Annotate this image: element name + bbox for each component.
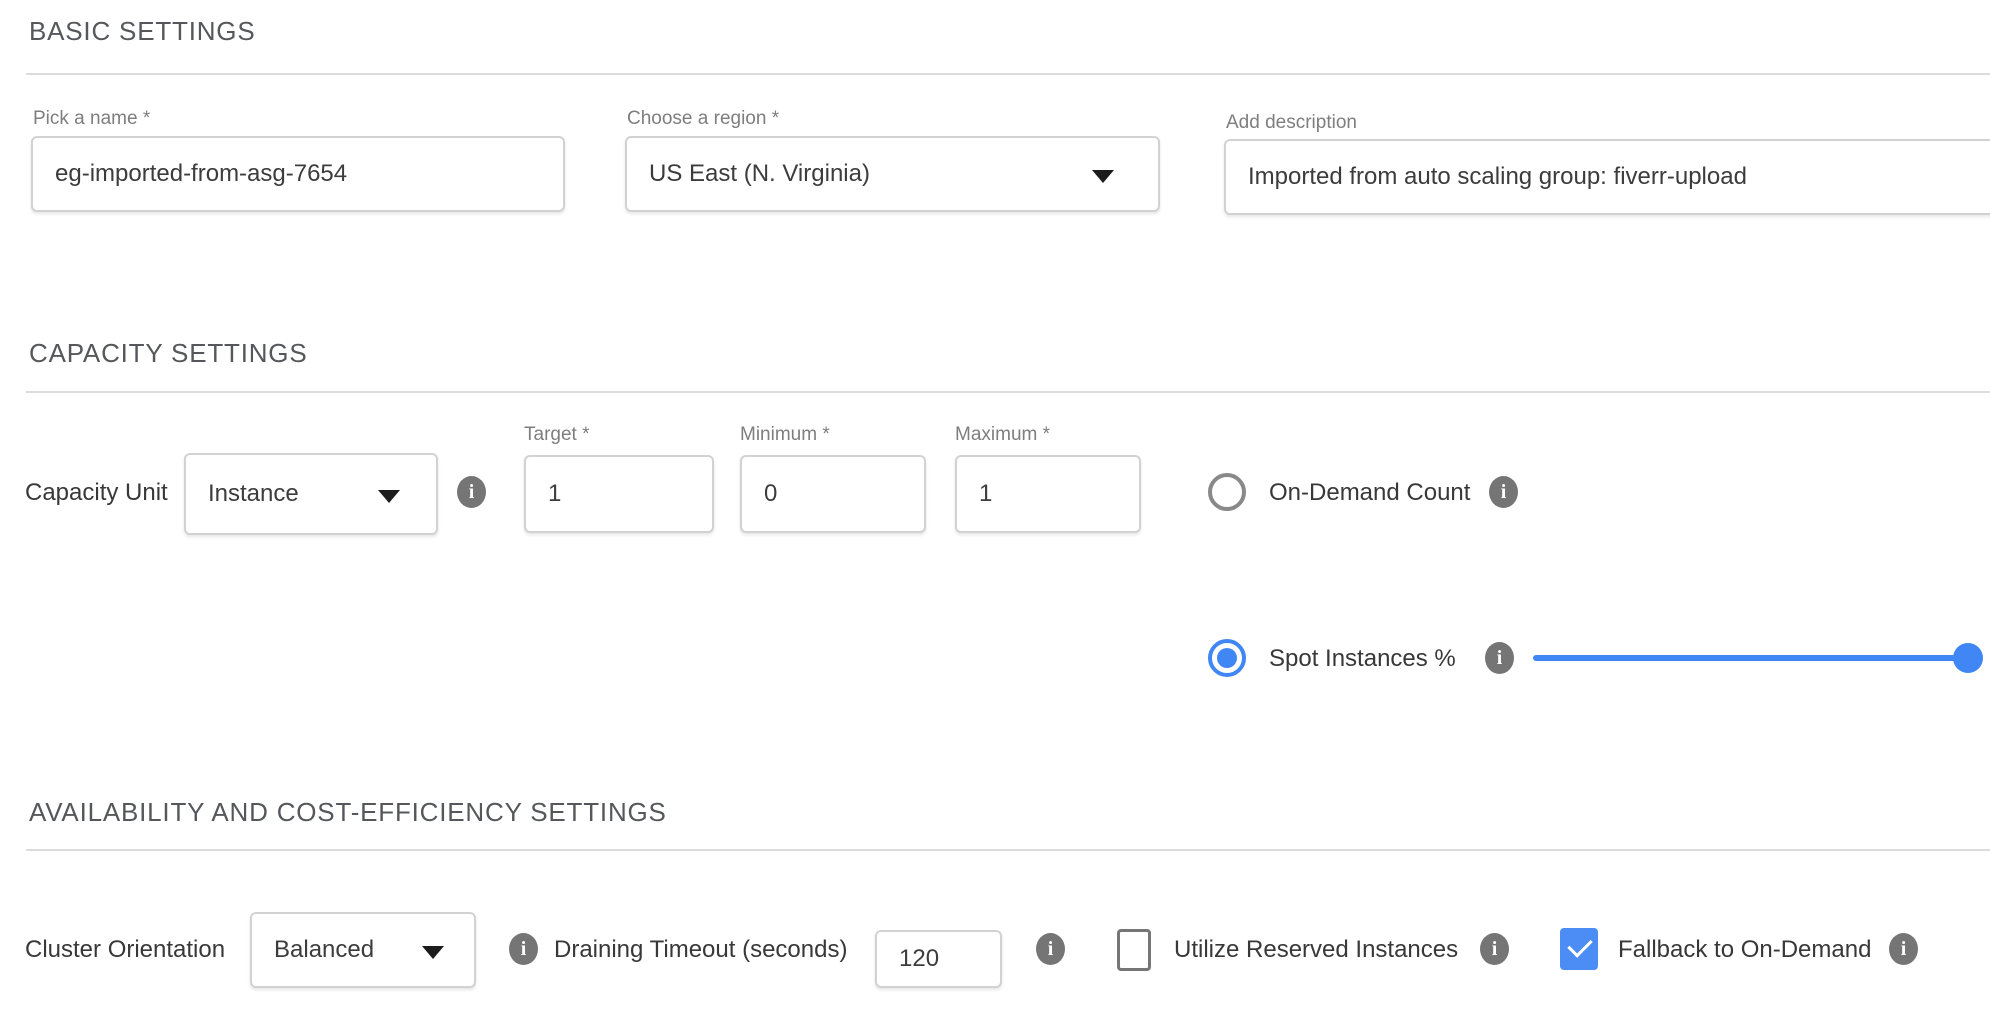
utilize-reserved-checkbox[interactable] bbox=[1117, 929, 1151, 971]
fallback-on-demand-info-icon[interactable] bbox=[1889, 933, 1918, 965]
basic-settings-divider bbox=[26, 73, 1990, 75]
region-field-label: Choose a region * bbox=[627, 108, 779, 130]
basic-settings-title: BASIC SETTINGS bbox=[29, 16, 255, 47]
name-input[interactable] bbox=[31, 136, 565, 212]
capacity-settings-title: CAPACITY SETTINGS bbox=[29, 338, 307, 369]
on-demand-count-radio[interactable] bbox=[1208, 473, 1246, 511]
region-select-value: US East (N. Virginia) bbox=[649, 160, 870, 188]
chevron-down-icon bbox=[378, 490, 400, 503]
draining-timeout-input[interactable] bbox=[875, 930, 1002, 988]
spot-instances-info-icon[interactable] bbox=[1485, 642, 1514, 674]
maximum-input[interactable] bbox=[955, 455, 1141, 533]
capacity-unit-label: Capacity Unit bbox=[25, 479, 168, 507]
elastigroup-settings-form: BASIC SETTINGS Pick a name * Choose a re… bbox=[0, 0, 1990, 1016]
cluster-orientation-info-icon[interactable] bbox=[509, 933, 538, 965]
chevron-down-icon bbox=[1092, 170, 1114, 183]
fallback-on-demand-label: Fallback to On-Demand bbox=[1618, 936, 1871, 964]
on-demand-count-label: On-Demand Count bbox=[1269, 479, 1470, 507]
chevron-down-icon bbox=[422, 946, 444, 959]
draining-timeout-label: Draining Timeout (seconds) bbox=[554, 936, 847, 964]
capacity-unit-select-value: Instance bbox=[208, 480, 299, 508]
description-input[interactable] bbox=[1224, 139, 1990, 215]
minimum-field-label: Minimum * bbox=[740, 424, 830, 446]
cluster-orientation-select[interactable]: Balanced bbox=[250, 912, 476, 988]
maximum-field-label: Maximum * bbox=[955, 424, 1050, 446]
target-field-label: Target * bbox=[524, 424, 589, 446]
fallback-on-demand-checkbox[interactable] bbox=[1560, 928, 1598, 970]
spot-percentage-slider-track[interactable] bbox=[1533, 655, 1968, 661]
minimum-input[interactable] bbox=[740, 455, 926, 533]
spot-instances-label: Spot Instances % bbox=[1269, 645, 1456, 673]
availability-settings-title: AVAILABILITY AND COST-EFFICIENCY SETTING… bbox=[29, 797, 667, 828]
capacity-settings-divider bbox=[26, 391, 1990, 393]
spot-instances-radio[interactable] bbox=[1208, 639, 1246, 677]
capacity-unit-select[interactable]: Instance bbox=[184, 453, 438, 535]
utilize-reserved-label: Utilize Reserved Instances bbox=[1174, 936, 1458, 964]
cluster-orientation-select-value: Balanced bbox=[274, 936, 374, 964]
draining-timeout-info-icon[interactable] bbox=[1036, 933, 1065, 965]
availability-settings-divider bbox=[26, 849, 1990, 851]
on-demand-count-info-icon[interactable] bbox=[1489, 476, 1518, 508]
region-select[interactable]: US East (N. Virginia) bbox=[625, 136, 1160, 212]
capacity-unit-info-icon[interactable] bbox=[457, 476, 486, 508]
cluster-orientation-label: Cluster Orientation bbox=[25, 936, 225, 964]
spot-percentage-slider-handle[interactable] bbox=[1953, 643, 1983, 673]
utilize-reserved-info-icon[interactable] bbox=[1480, 933, 1509, 965]
name-field-label: Pick a name * bbox=[33, 108, 150, 130]
target-input[interactable] bbox=[524, 455, 714, 533]
description-field-label: Add description bbox=[1226, 112, 1357, 134]
